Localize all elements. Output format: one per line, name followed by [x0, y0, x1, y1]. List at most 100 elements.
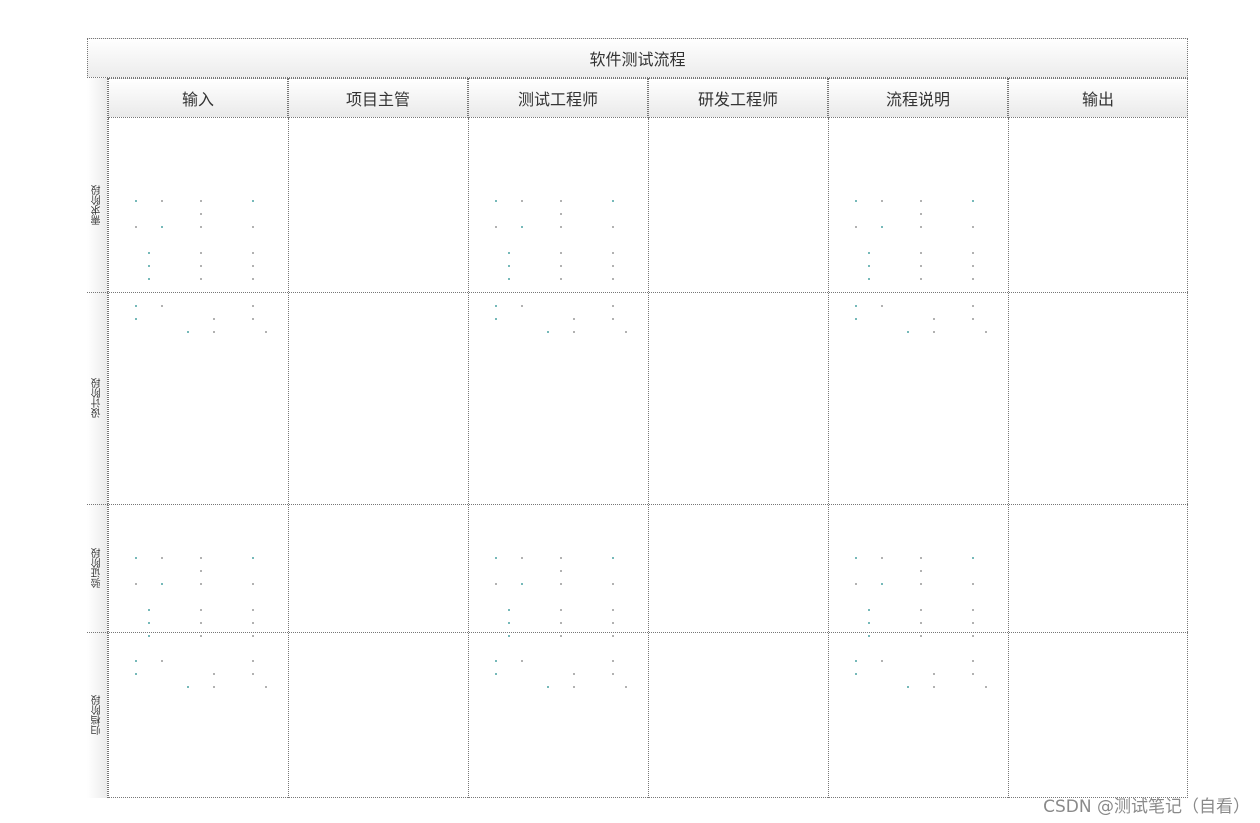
- dot-mark: [972, 278, 974, 280]
- lane-divider: [87, 504, 1188, 505]
- dot-mark: [881, 557, 883, 559]
- dot-mark: [972, 609, 974, 611]
- dot-mark: [933, 318, 935, 320]
- dot-mark: [560, 622, 562, 624]
- dot-mark: [612, 252, 614, 254]
- dot-mark: [855, 660, 857, 662]
- dot-mark: [161, 557, 163, 559]
- dot-mark: [200, 570, 202, 572]
- dot-mark: [920, 213, 922, 215]
- dot-mark: [495, 673, 497, 675]
- dot-mark: [187, 686, 189, 688]
- column-divider: [288, 118, 289, 798]
- dot-mark: [521, 305, 523, 307]
- dot-mark: [252, 660, 254, 662]
- dot-mark: [148, 265, 150, 267]
- dot-mark: [868, 622, 870, 624]
- dot-mark: [855, 305, 857, 307]
- dot-mark: [868, 265, 870, 267]
- dot-mark: [148, 622, 150, 624]
- dot-mark: [612, 609, 614, 611]
- dot-mark: [972, 252, 974, 254]
- dot-mark: [252, 252, 254, 254]
- column-divider: [1008, 118, 1009, 798]
- dot-mark: [521, 583, 523, 585]
- dot-mark: [200, 213, 202, 215]
- column-header-test-engineer: 测试工程师: [468, 78, 648, 118]
- dot-mark: [972, 305, 974, 307]
- dot-mark: [573, 318, 575, 320]
- dot-mark: [135, 660, 137, 662]
- dot-mark: [972, 583, 974, 585]
- dot-mark: [252, 278, 254, 280]
- dot-mark: [933, 673, 935, 675]
- dot-mark: [560, 635, 562, 637]
- dot-mark: [933, 331, 935, 333]
- dot-mark: [920, 570, 922, 572]
- dot-mark: [495, 318, 497, 320]
- dot-mark: [200, 635, 202, 637]
- dot-mark: [881, 226, 883, 228]
- dot-mark: [573, 673, 575, 675]
- dot-mark: [200, 278, 202, 280]
- dot-mark: [972, 226, 974, 228]
- dot-mark: [920, 635, 922, 637]
- dot-mark: [265, 686, 267, 688]
- dot-mark: [985, 331, 987, 333]
- dot-mark: [148, 609, 150, 611]
- dot-mark: [135, 583, 137, 585]
- dot-mark: [560, 200, 562, 202]
- column-header-dev-engineer: 研发工程师: [648, 78, 828, 118]
- dot-mark: [625, 331, 627, 333]
- dot-mark: [252, 622, 254, 624]
- dot-mark: [161, 226, 163, 228]
- dot-mark: [200, 200, 202, 202]
- dot-mark: [881, 305, 883, 307]
- dot-mark: [972, 622, 974, 624]
- dot-mark: [612, 583, 614, 585]
- column-header-process-description: 流程说明: [828, 78, 1008, 118]
- dot-mark: [135, 673, 137, 675]
- dot-mark: [200, 557, 202, 559]
- dot-mark: [547, 331, 549, 333]
- dot-mark: [920, 583, 922, 585]
- dot-mark: [868, 252, 870, 254]
- dot-mark: [252, 609, 254, 611]
- dot-mark: [573, 331, 575, 333]
- dot-mark: [521, 200, 523, 202]
- dot-mark: [521, 660, 523, 662]
- dot-mark: [200, 609, 202, 611]
- dot-mark: [972, 660, 974, 662]
- dot-mark: [508, 635, 510, 637]
- dot-mark: [972, 673, 974, 675]
- dot-mark: [855, 318, 857, 320]
- dot-mark: [855, 557, 857, 559]
- dot-mark: [252, 265, 254, 267]
- dot-mark: [161, 200, 163, 202]
- dot-mark: [612, 660, 614, 662]
- dot-mark: [252, 305, 254, 307]
- dot-mark: [265, 331, 267, 333]
- dot-mark: [972, 200, 974, 202]
- dot-mark: [920, 265, 922, 267]
- dot-mark: [495, 226, 497, 228]
- column-divider: [828, 118, 829, 798]
- dot-mark: [213, 318, 215, 320]
- dot-mark: [213, 686, 215, 688]
- dot-mark: [972, 635, 974, 637]
- column-divider: [108, 118, 109, 798]
- dot-mark: [252, 673, 254, 675]
- lane-divider: [87, 292, 1188, 293]
- dot-mark: [881, 200, 883, 202]
- dot-mark: [920, 200, 922, 202]
- dot-mark: [213, 331, 215, 333]
- dot-mark: [907, 331, 909, 333]
- dot-mark: [612, 200, 614, 202]
- dot-mark: [573, 686, 575, 688]
- dot-mark: [252, 583, 254, 585]
- dot-mark: [521, 226, 523, 228]
- watermark: CSDN @测试笔记（自看）: [1043, 797, 1250, 817]
- dot-mark: [508, 252, 510, 254]
- dot-mark: [200, 265, 202, 267]
- column-header-input: 输入: [108, 78, 288, 118]
